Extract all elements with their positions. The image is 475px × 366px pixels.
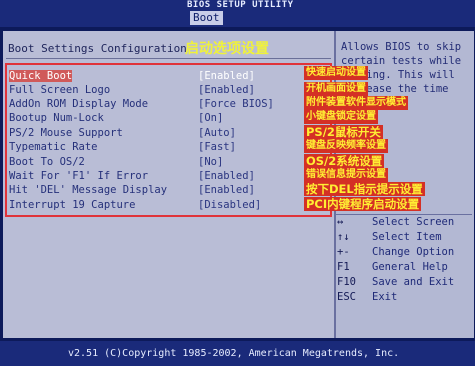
setting-value[interactable]: [Auto] bbox=[198, 127, 236, 139]
annotation-os2: OS/2系统设置 bbox=[304, 154, 385, 168]
help-divider bbox=[334, 214, 472, 215]
key-f1: F1 bbox=[337, 261, 350, 273]
key-desc: Save and Exit bbox=[372, 276, 455, 288]
setting-label: Full Screen Logo bbox=[9, 84, 111, 96]
copyright-text: v2.51 (C)Copyright 1985-2002, American M… bbox=[68, 348, 400, 359]
setting-ps2-mouse-support[interactable]: PS/2 Mouse Support [Auto] bbox=[9, 127, 329, 141]
page-title: Boot Settings Configuration bbox=[8, 42, 187, 55]
key-desc: General Help bbox=[372, 261, 448, 273]
key-desc: Select Item bbox=[372, 231, 442, 243]
setting-label: Quick Boot bbox=[9, 70, 73, 82]
title-divider bbox=[6, 58, 331, 59]
setting-label: Wait For 'F1' If Error bbox=[9, 170, 149, 182]
annotation-full-screen-logo: 开机画面设置 bbox=[304, 82, 368, 96]
key-select-item: ↑↓ Select Item bbox=[337, 231, 472, 245]
annotation-addon-rom: 附件装置软件显示模式 bbox=[304, 96, 408, 110]
setting-label: AddOn ROM Display Mode bbox=[9, 98, 149, 110]
setting-value[interactable]: [Enabled] bbox=[198, 184, 255, 196]
setting-label: PS/2 Mouse Support bbox=[9, 127, 123, 139]
utility-title: BIOS SETUP UTILITY bbox=[187, 0, 294, 10]
key-change-option: +- Change Option bbox=[337, 246, 472, 260]
key-arrows-lr-icon: ↔ bbox=[337, 216, 344, 228]
setting-value[interactable]: [Fast] bbox=[198, 141, 236, 153]
setting-value[interactable]: [No] bbox=[198, 156, 223, 168]
setting-value[interactable]: [Force BIOS] bbox=[198, 98, 274, 110]
setting-bootup-num-lock[interactable]: Bootup Num-Lock [On] bbox=[9, 112, 329, 126]
key-arrows-ud-icon: ↑↓ bbox=[337, 231, 350, 243]
setting-value[interactable]: [Disabled] bbox=[198, 199, 261, 211]
setting-label: Boot To OS/2 bbox=[9, 156, 85, 168]
setting-label: Hit 'DEL' Message Display bbox=[9, 184, 168, 196]
annotation-wait-f1: 错误信息提示设置 bbox=[304, 168, 388, 182]
setting-value[interactable]: [Enabled] bbox=[198, 70, 255, 82]
key-desc: Exit bbox=[372, 291, 398, 303]
key-desc: Change Option bbox=[372, 246, 455, 258]
tab-boot[interactable]: Boot bbox=[190, 11, 223, 25]
annotation-num-lock: 小键盘锁定设置 bbox=[304, 110, 378, 124]
key-desc: Select Screen bbox=[372, 216, 455, 228]
setting-interrupt-19-capture[interactable]: Interrupt 19 Capture [Disabled] bbox=[9, 199, 329, 213]
setting-label: Typematic Rate bbox=[9, 141, 98, 153]
setting-hit-del-message[interactable]: Hit 'DEL' Message Display [Enabled] bbox=[9, 184, 329, 198]
setting-value[interactable]: [Enabled] bbox=[198, 170, 255, 182]
key-select-screen: ↔ Select Screen bbox=[337, 216, 472, 230]
key-exit: ESC Exit bbox=[337, 291, 472, 305]
setting-value[interactable]: [On] bbox=[198, 112, 223, 124]
key-f10: F10 bbox=[337, 276, 356, 288]
help-line: Allows BIOS to skip bbox=[341, 41, 462, 53]
key-esc: ESC bbox=[337, 291, 356, 303]
annotation-typematic: 键盘反映频率设置 bbox=[304, 139, 388, 153]
setting-wait-for-f1[interactable]: Wait For 'F1' If Error [Enabled] bbox=[9, 170, 329, 184]
annotation-hit-del: 按下DEL指示提示设置 bbox=[304, 182, 425, 196]
key-general-help: F1 General Help bbox=[337, 261, 472, 275]
setting-full-screen-logo[interactable]: Full Screen Logo [Enabled] bbox=[9, 84, 329, 98]
page-title-annotation: 启动选项设置 bbox=[185, 41, 269, 57]
annotation-ps2-mouse: PS/2鼠标开关 bbox=[304, 125, 383, 139]
setting-boot-to-os2[interactable]: Boot To OS/2 [No] bbox=[9, 156, 329, 170]
annotation-interrupt-19: PCI内键程序启动设置 bbox=[304, 197, 422, 211]
setting-label: Bootup Num-Lock bbox=[9, 112, 104, 124]
key-plus-minus: +- bbox=[337, 246, 350, 258]
annotation-quick-boot: 快速启动设置 bbox=[304, 66, 368, 80]
setting-addon-rom-display-mode[interactable]: AddOn ROM Display Mode [Force BIOS] bbox=[9, 98, 329, 112]
setting-value[interactable]: [Enabled] bbox=[198, 84, 255, 96]
setting-label: Interrupt 19 Capture bbox=[9, 199, 136, 211]
key-save-exit: F10 Save and Exit bbox=[337, 276, 472, 290]
setting-typematic-rate[interactable]: Typematic Rate [Fast] bbox=[9, 141, 329, 155]
setting-quick-boot[interactable]: Quick Boot [Enabled] bbox=[9, 70, 329, 84]
